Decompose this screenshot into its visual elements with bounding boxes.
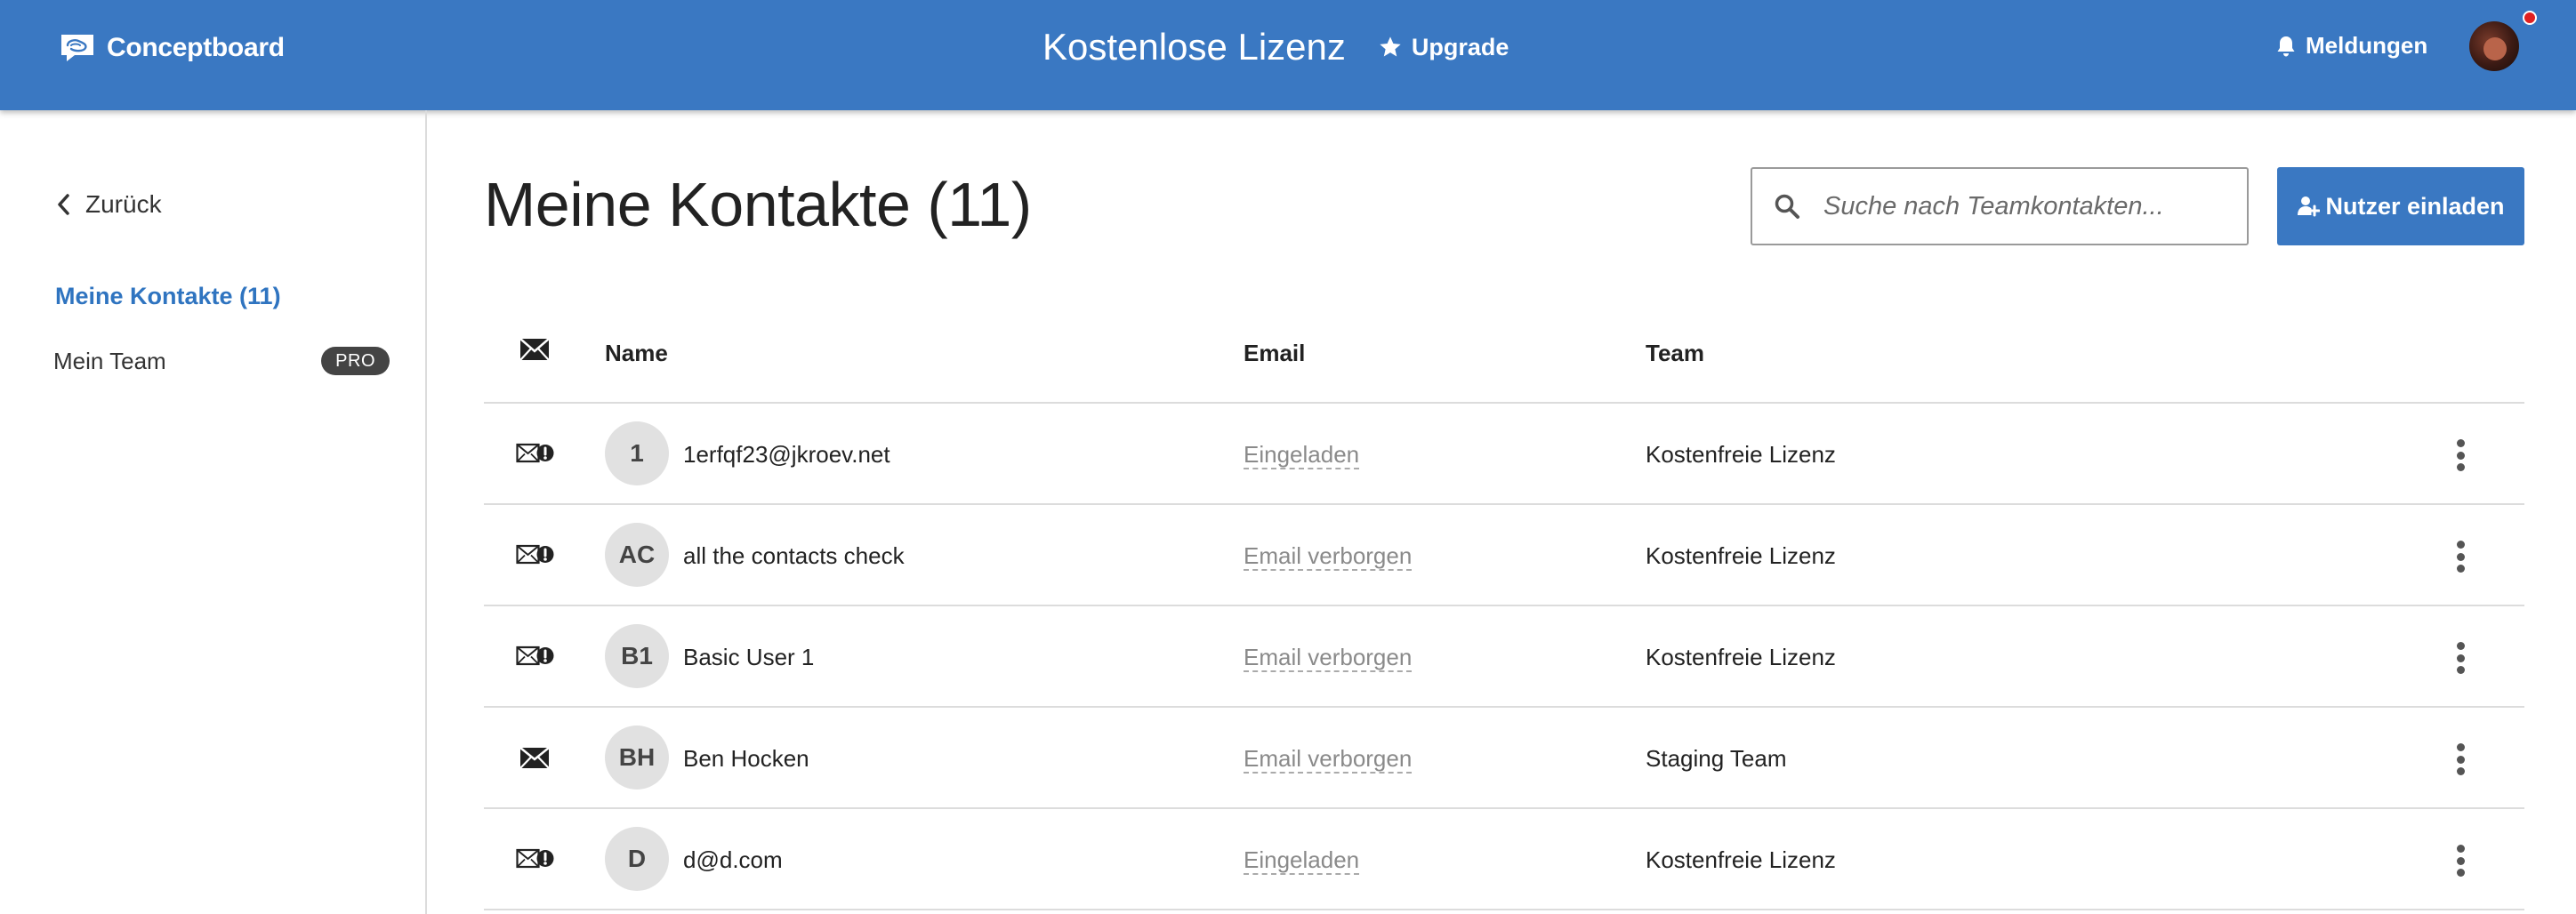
more-options-icon[interactable] bbox=[2451, 539, 2469, 574]
more-options-icon[interactable] bbox=[2451, 640, 2469, 676]
table-header: Name Email Team bbox=[484, 302, 2524, 404]
search-icon bbox=[1775, 194, 1799, 219]
table-row: 1 1erfqf23@jkroev.net Eingeladen Kostenf… bbox=[484, 404, 2524, 505]
sidebar-item-label: Mein Team bbox=[53, 347, 166, 374]
search-input[interactable] bbox=[1823, 191, 2215, 221]
contacts-table: Name Email Team 1 1erfqf23@jkroev.net Ei… bbox=[484, 302, 2524, 910]
mail-alert-icon bbox=[516, 443, 554, 463]
back-link[interactable]: Zurück bbox=[55, 190, 162, 219]
back-label: Zurück bbox=[85, 190, 162, 218]
contact-team: Staging Team bbox=[1646, 745, 1787, 772]
more-options-icon[interactable] bbox=[2451, 843, 2469, 878]
contact-name: Ben Hocken bbox=[683, 745, 809, 772]
contact-email[interactable]: Email verborgen bbox=[1244, 745, 1413, 774]
upgrade-button[interactable]: Upgrade bbox=[1378, 34, 1509, 61]
more-options-icon[interactable] bbox=[2451, 742, 2469, 777]
notifications-label: Meldungen bbox=[2306, 32, 2428, 59]
more-options-icon[interactable] bbox=[2451, 437, 2469, 473]
avatar: D bbox=[605, 827, 669, 891]
license-title: Kostenlose Lizenz bbox=[1042, 26, 1346, 68]
contact-team: Kostenfreie Lizenz bbox=[1646, 542, 1836, 569]
sidebar-item-my-team[interactable]: Mein Team PRO bbox=[53, 345, 391, 377]
logo[interactable]: Conceptboard bbox=[59, 30, 285, 66]
contact-name: all the contacts check bbox=[683, 542, 905, 569]
avatar: BH bbox=[605, 726, 669, 790]
contact-name: Basic User 1 bbox=[683, 644, 815, 670]
contact-email[interactable]: Email verborgen bbox=[1244, 542, 1413, 571]
contact-name: 1erfqf23@jkroev.net bbox=[683, 441, 890, 468]
license-area: Kostenlose Lizenz Upgrade bbox=[1042, 23, 1509, 71]
contact-team: Kostenfreie Lizenz bbox=[1646, 644, 1836, 670]
page-title: Meine Kontakte (11) bbox=[484, 170, 1032, 239]
column-header-email[interactable]: Email bbox=[1244, 340, 1305, 367]
table-row: B1 Basic User 1 Email verborgen Kostenfr… bbox=[484, 606, 2524, 708]
notification-dot bbox=[2523, 11, 2537, 25]
contact-email[interactable]: Eingeladen bbox=[1244, 846, 1360, 875]
chevron-left-icon bbox=[58, 194, 69, 215]
avatar: AC bbox=[605, 523, 669, 587]
contact-team: Kostenfreie Lizenz bbox=[1646, 846, 1836, 873]
star-icon bbox=[1380, 36, 1401, 57]
mail-icon bbox=[519, 747, 550, 769]
contact-email[interactable]: Email verborgen bbox=[1244, 644, 1413, 672]
mail-alert-icon bbox=[516, 848, 554, 869]
pro-badge: PRO bbox=[321, 347, 390, 375]
user-avatar[interactable] bbox=[2469, 21, 2519, 71]
logo-text: Conceptboard bbox=[107, 33, 285, 62]
table-row: AC all the contacts check Email verborge… bbox=[484, 505, 2524, 606]
sidebar-item-my-contacts[interactable]: Meine Kontakte (11) bbox=[55, 283, 281, 310]
column-header-name[interactable]: Name bbox=[605, 340, 668, 367]
top-bar: Conceptboard Kostenlose Lizenz Upgrade M… bbox=[0, 0, 2576, 110]
table-row: BH Ben Hocken Email verborgen Staging Te… bbox=[484, 708, 2524, 809]
invite-user-label: Nutzer einladen bbox=[2325, 192, 2505, 220]
contact-email[interactable]: Eingeladen bbox=[1244, 441, 1360, 469]
conceptboard-logo-icon bbox=[61, 35, 93, 61]
avatar: B1 bbox=[605, 624, 669, 688]
mail-alert-icon bbox=[516, 544, 554, 565]
avatar: 1 bbox=[605, 421, 669, 485]
sidebar: Zurück Meine Kontakte (11) Mein Team PRO bbox=[0, 110, 427, 914]
upgrade-label: Upgrade bbox=[1411, 33, 1509, 60]
search-box bbox=[1751, 167, 2249, 245]
mail-alert-icon bbox=[516, 645, 554, 666]
table-row: D d@d.com Eingeladen Kostenfreie Lizenz bbox=[484, 809, 2524, 910]
add-user-icon bbox=[2298, 196, 2321, 217]
bell-icon bbox=[2277, 36, 2295, 56]
contact-name: d@d.com bbox=[683, 846, 783, 873]
mail-icon bbox=[519, 338, 550, 361]
invite-user-button[interactable]: Nutzer einladen bbox=[2277, 167, 2524, 245]
notifications-button[interactable]: Meldungen bbox=[2275, 32, 2427, 60]
contact-team: Kostenfreie Lizenz bbox=[1646, 441, 1836, 468]
column-header-team[interactable]: Team bbox=[1646, 340, 1704, 367]
